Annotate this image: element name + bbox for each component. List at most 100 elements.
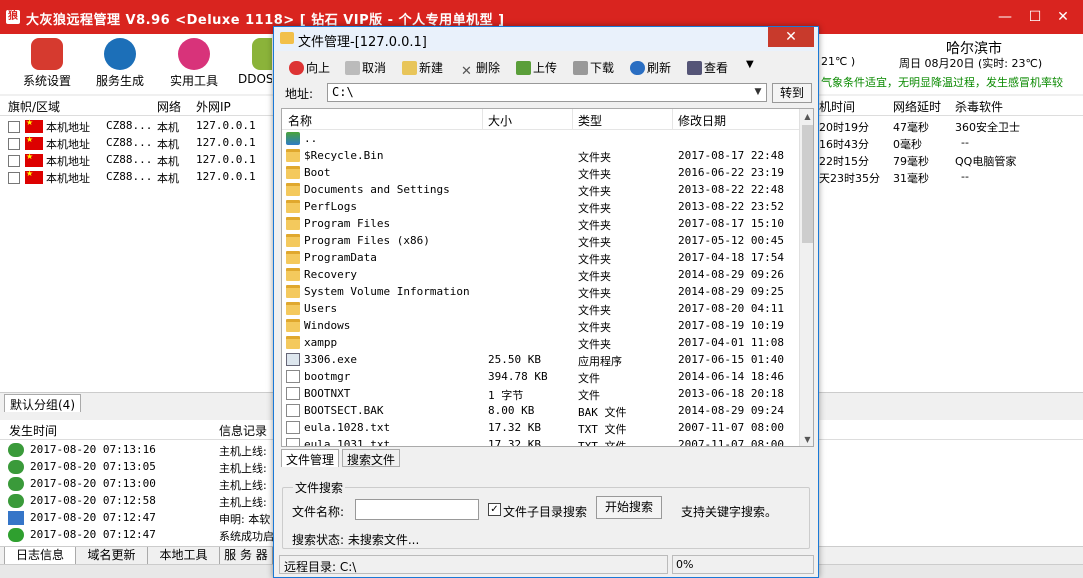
file-name: eula.1028.txt bbox=[304, 421, 391, 434]
host-cz: CZ88... bbox=[106, 153, 153, 166]
address-input[interactable]: C:\ bbox=[327, 83, 767, 102]
search-group-title: 文件搜索 bbox=[293, 479, 346, 496]
tab-server[interactable]: 服 务 器 bbox=[220, 547, 273, 565]
file-row[interactable]: BOOTNXT 1 字节 文件 2013-06-18 20:18 bbox=[282, 386, 800, 403]
col-uptime[interactable]: 机时间 bbox=[819, 98, 855, 115]
folder-icon bbox=[286, 217, 300, 230]
col-modified[interactable]: 修改日期 bbox=[678, 112, 726, 129]
new-button[interactable]: 新建 bbox=[402, 59, 443, 79]
filename-input[interactable] bbox=[355, 499, 479, 520]
scroll-up-icon[interactable]: ▲ bbox=[800, 109, 813, 124]
folder-icon bbox=[286, 319, 300, 332]
app-icon: 狼 bbox=[6, 10, 20, 24]
host-ip: 127.0.0.1 bbox=[196, 136, 256, 149]
cancel-icon bbox=[345, 61, 360, 75]
host-checkbox[interactable] bbox=[8, 155, 20, 167]
col-wan-ip[interactable]: 外网IP bbox=[196, 98, 231, 115]
scroll-down-icon[interactable]: ▼ bbox=[800, 432, 813, 446]
file-row[interactable]: Recovery 文件夹 2014-08-29 09:26 bbox=[282, 267, 800, 284]
file-icon bbox=[286, 370, 300, 383]
column-divider[interactable] bbox=[672, 109, 673, 130]
refresh-button[interactable]: 刷新 bbox=[630, 59, 671, 79]
file-name: eula.1031.txt bbox=[304, 438, 391, 447]
log-col-info[interactable]: 信息记录 bbox=[219, 422, 267, 439]
log-info: 主机上线: bbox=[219, 462, 267, 475]
system-settings-button[interactable]: 系统设置 bbox=[12, 34, 82, 94]
scrollbar-thumb[interactable] bbox=[802, 125, 813, 243]
file-row[interactable]: ProgramData 文件夹 2017-04-18 17:54 bbox=[282, 250, 800, 267]
log-time: 2017-08-20 07:13:16 bbox=[30, 443, 156, 456]
file-type: 文件夹 bbox=[578, 253, 611, 266]
subdir-checkbox[interactable]: ✓ bbox=[488, 503, 501, 516]
log-info: 主机上线: bbox=[219, 496, 267, 509]
start-search-button[interactable]: 开始搜索 bbox=[596, 496, 662, 519]
file-row[interactable]: 3306.exe 25.50 KB 应用程序 2017-06-15 01:40 bbox=[282, 352, 800, 369]
view-dropdown-button[interactable]: ▼ bbox=[746, 59, 754, 79]
file-row[interactable]: System Volume Information 文件夹 2014-08-29 0… bbox=[282, 284, 800, 301]
file-row[interactable]: eula.1031.txt 17.32 KB TXT 文件 2007-11-07 08… bbox=[282, 437, 800, 447]
host-av: -- bbox=[961, 170, 969, 183]
close-button[interactable]: ✕ bbox=[1048, 6, 1078, 28]
chevron-down-icon[interactable]: ▼ bbox=[750, 84, 766, 101]
weather-date: 周日 08月20日 (实时: 23℃) bbox=[899, 57, 1043, 70]
delete-button[interactable]: ✕ 删除 bbox=[459, 59, 500, 79]
subdir-label[interactable]: 文件子目录搜索 bbox=[503, 503, 587, 520]
file-manager-title-bar: 文件管理-[127.0.0.1] ✕ bbox=[274, 27, 818, 51]
up-button[interactable]: 向上 bbox=[289, 59, 330, 79]
filename-label: 文件名称: bbox=[292, 505, 345, 519]
file-row[interactable]: bootmgr 394.78 KB 文件 2014-06-14 18:46 bbox=[282, 369, 800, 386]
tab-log-info[interactable]: 日志信息 bbox=[4, 547, 76, 565]
host-checkbox[interactable] bbox=[8, 172, 20, 184]
transfer-progress: 0% bbox=[672, 555, 814, 574]
file-row[interactable]: Program Files (x86) 文件夹 2017-05-12 00:45 bbox=[282, 233, 800, 250]
col-network[interactable]: 网络 bbox=[157, 98, 181, 115]
col-type[interactable]: 类型 bbox=[578, 112, 602, 129]
file-row[interactable]: Users 文件夹 2017-08-20 04:11 bbox=[282, 301, 800, 318]
file-row[interactable]: xampp 文件夹 2017-04-01 11:08 bbox=[282, 335, 800, 352]
host-cz: CZ88... bbox=[106, 119, 153, 132]
goto-button[interactable]: 转到 bbox=[772, 83, 812, 103]
cancel-button[interactable]: 取消 bbox=[345, 59, 386, 79]
tab-file-manager[interactable]: 文件管理 bbox=[281, 449, 340, 467]
minimize-button[interactable]: — bbox=[990, 6, 1020, 28]
file-manager-tabs: 文件管理 搜索文件 bbox=[281, 449, 814, 467]
file-modified: 2013-08-22 23:52 bbox=[678, 200, 784, 213]
upload-button[interactable]: 上传 bbox=[516, 59, 557, 79]
ddos-button[interactable]: DDOS bbox=[220, 34, 272, 94]
default-group-tab[interactable]: 默认分组(4) bbox=[4, 394, 81, 412]
parent-folder-icon bbox=[286, 132, 300, 145]
file-manager-close-button[interactable]: ✕ bbox=[768, 27, 814, 47]
host-checkbox[interactable] bbox=[8, 138, 20, 150]
column-divider[interactable] bbox=[572, 109, 573, 130]
file-row[interactable]: $Recycle.Bin 文件夹 2017-08-17 22:48 bbox=[282, 148, 800, 165]
maximize-button[interactable]: ☐ bbox=[1020, 6, 1050, 28]
file-row[interactable]: PerfLogs 文件夹 2013-08-22 23:52 bbox=[282, 199, 800, 216]
utilities-button[interactable]: 实用工具 bbox=[159, 34, 229, 94]
col-size[interactable]: 大小 bbox=[488, 112, 512, 129]
file-row[interactable]: Documents and Settings 文件夹 2013-08-22 22:4… bbox=[282, 182, 800, 199]
file-row[interactable]: BOOTSECT.BAK 8.00 KB BAK 文件 2014-08-29 09:2… bbox=[282, 403, 800, 420]
tab-domain-update[interactable]: 域名更新 bbox=[76, 547, 148, 565]
service-generate-button[interactable]: 服务生成 bbox=[85, 34, 155, 94]
col-flag[interactable]: 旗帜/区域 bbox=[8, 98, 60, 115]
column-divider[interactable] bbox=[482, 109, 483, 130]
file-row[interactable]: .. bbox=[282, 131, 800, 148]
file-row[interactable]: eula.1028.txt 17.32 KB TXT 文件 2007-11-07 08… bbox=[282, 420, 800, 437]
col-latency[interactable]: 网络延时 bbox=[893, 98, 941, 115]
tab-local-tools[interactable]: 本地工具 bbox=[148, 547, 220, 565]
file-list-scrollbar[interactable]: ▲ ▼ bbox=[799, 109, 813, 446]
download-button[interactable]: 下载 bbox=[573, 59, 614, 79]
host-checkbox[interactable] bbox=[8, 121, 20, 133]
file-row[interactable]: Boot 文件夹 2016-06-22 23:19 bbox=[282, 165, 800, 182]
view-button[interactable]: 查看 bbox=[687, 59, 728, 79]
file-row[interactable]: Windows 文件夹 2017-08-19 10:19 bbox=[282, 318, 800, 335]
file-row[interactable]: Program Files 文件夹 2017-08-17 15:10 bbox=[282, 216, 800, 233]
address-label: 地址: bbox=[285, 87, 314, 101]
check-icon bbox=[8, 528, 24, 542]
col-name[interactable]: 名称 bbox=[288, 112, 312, 129]
file-name: Documents and Settings bbox=[304, 183, 450, 196]
tab-search-files[interactable]: 搜索文件 bbox=[342, 449, 401, 467]
china-flag-icon bbox=[25, 135, 43, 150]
col-antivirus[interactable]: 杀毒软件 bbox=[955, 98, 1003, 115]
log-col-time[interactable]: 发生时间 bbox=[9, 422, 57, 439]
